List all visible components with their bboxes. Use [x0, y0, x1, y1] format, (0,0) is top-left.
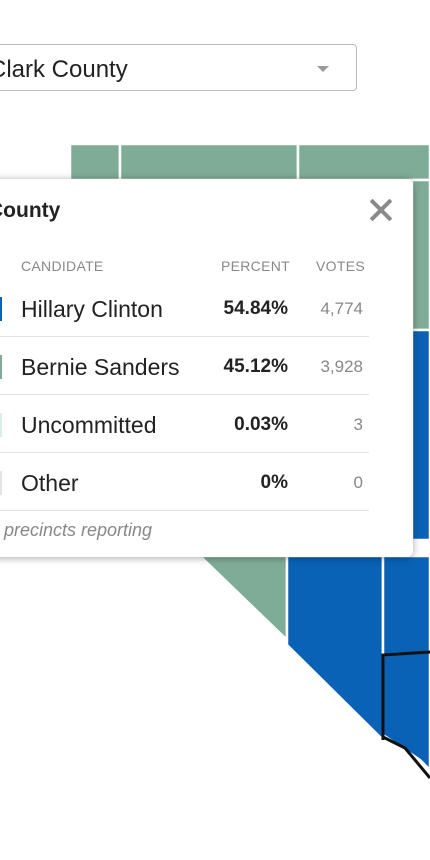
table-row: Other 0% 0 — [0, 453, 369, 511]
county-north-1[interactable] — [68, 142, 122, 182]
candidate-color-swatch — [0, 471, 2, 495]
county-north-3[interactable] — [296, 142, 430, 182]
header-candidate: CANDIDATE — [21, 258, 104, 274]
chevron-down-icon[interactable] — [317, 66, 329, 72]
candidate-color-swatch — [0, 413, 2, 437]
candidate-percent: 0.03% — [234, 414, 288, 435]
table-row: Bernie Sanders 45.12% 3,928 — [0, 337, 369, 395]
county-southeast-edge[interactable] — [381, 554, 430, 657]
candidate-name: Other — [21, 470, 79, 496]
header-votes: VOTES — [316, 258, 365, 274]
candidate-votes: 0 — [353, 473, 363, 492]
county-south-central[interactable] — [285, 554, 385, 743]
candidate-name: Uncommitted — [21, 412, 157, 438]
candidate-percent: 45.12% — [223, 356, 288, 377]
county-results-popup: County CANDIDATE PERCENT VOTES Hillary C… — [0, 179, 413, 557]
candidate-percent: 0% — [260, 472, 288, 493]
header-percent: PERCENT — [221, 258, 290, 274]
county-dropdown[interactable]: Clark County — [0, 44, 357, 91]
candidate-percent: 54.84% — [223, 298, 288, 319]
candidate-name: Hillary Clinton — [21, 296, 163, 322]
county-northeast-edge[interactable] — [410, 178, 430, 332]
county-dropdown-value: Clark County — [0, 56, 128, 83]
county-east-edge[interactable] — [410, 328, 430, 542]
candidate-name: Bernie Sanders — [21, 354, 180, 380]
precincts-reporting: precincts reporting — [4, 520, 153, 540]
candidate-color-swatch — [0, 297, 2, 321]
candidate-votes: 3 — [353, 415, 363, 434]
close-icon[interactable] — [366, 195, 396, 225]
candidate-votes: 3,928 — [320, 357, 363, 376]
county-clark[interactable] — [381, 650, 430, 772]
candidate-votes: 4,774 — [320, 299, 363, 318]
table-row: Uncommitted 0.03% 3 — [0, 395, 369, 453]
county-north-2[interactable] — [118, 142, 300, 182]
candidate-color-swatch — [0, 355, 2, 379]
county-southwest[interactable] — [196, 554, 289, 643]
table-row: Hillary Clinton 54.84% 4,774 — [0, 279, 369, 337]
popup-title: County — [0, 199, 61, 222]
